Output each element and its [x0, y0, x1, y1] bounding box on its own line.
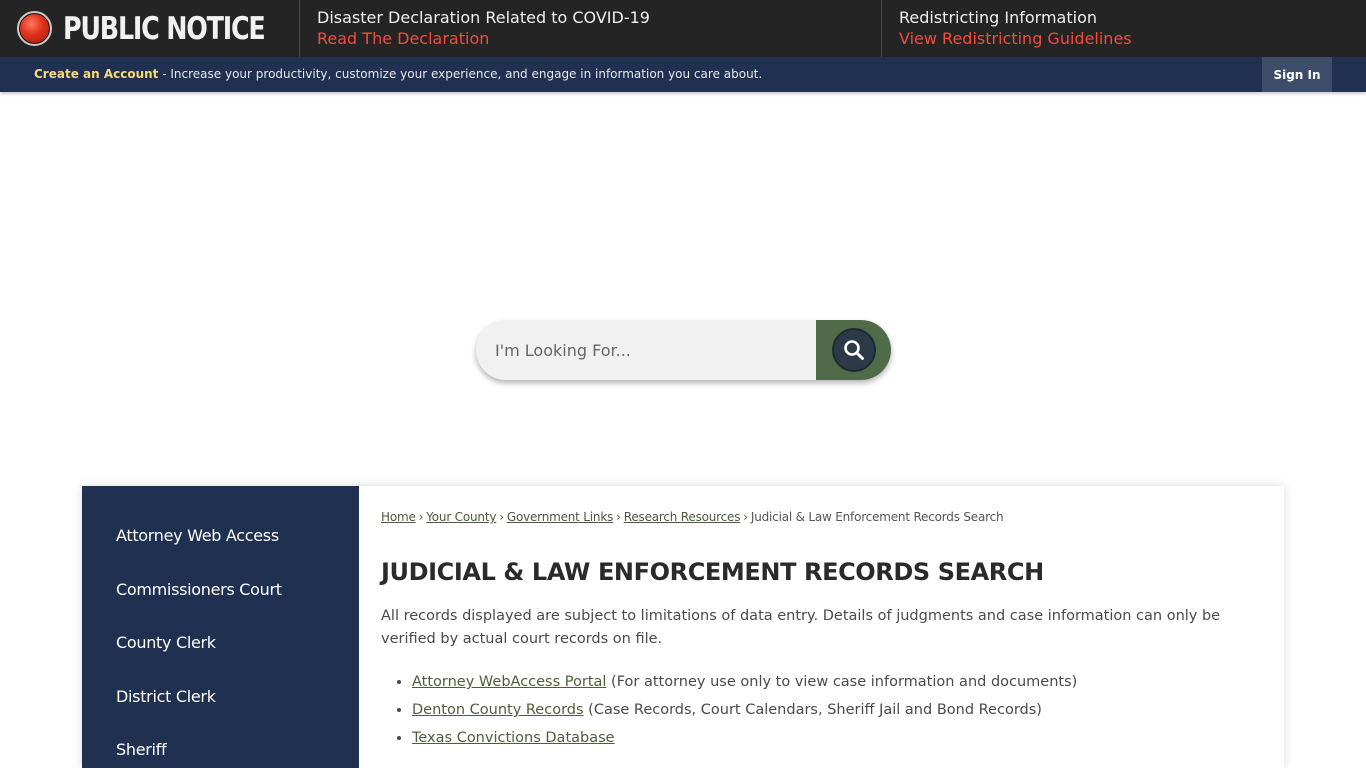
sidebar-item-attorney-web-access[interactable]: Attorney Web Access [116, 526, 279, 545]
attorney-webaccess-portal-link[interactable]: Attorney WebAccess Portal [412, 674, 606, 690]
breadcrumb-home[interactable]: Home [381, 510, 416, 524]
breadcrumb-research-resources[interactable]: Research Resources [624, 510, 741, 524]
texas-convictions-database-link[interactable]: Texas Convictions Database [412, 730, 615, 746]
create-account-link[interactable]: Create an Account [34, 67, 158, 81]
breadcrumb-separator: › [499, 510, 504, 524]
alert-light-icon [17, 11, 52, 46]
records-list: Attorney WebAccess Portal (For attorney … [412, 672, 1077, 756]
list-item: Denton County Records (Case Records, Cou… [412, 700, 1077, 728]
public-notice-bar: PUBLIC NOTICE Disaster Declaration Relat… [0, 0, 1366, 57]
breadcrumb-current: Judicial & Law Enforcement Records Searc… [750, 510, 1004, 524]
breadcrumb-separator: › [616, 510, 621, 524]
sidebar-item-commissioners-court[interactable]: Commissioners Court [116, 580, 282, 599]
search-icon [831, 328, 876, 372]
account-message: Create an Account - Increase your produc… [34, 67, 762, 81]
page-title: JUDICIAL & LAW ENFORCEMENT RECORDS SEARC… [381, 558, 1044, 586]
sidebar-item-county-clerk[interactable]: County Clerk [116, 633, 216, 652]
list-item: Attorney WebAccess Portal (For attorney … [412, 672, 1077, 700]
public-notice-title: PUBLIC NOTICE [63, 10, 266, 47]
sidebar-nav: Attorney Web Access Commissioners Court … [82, 486, 359, 768]
search-input[interactable] [476, 320, 816, 380]
record-note: (For attorney use only to view case info… [606, 674, 1078, 690]
notice-item-redistricting: Redistricting Information View Redistric… [882, 0, 1366, 57]
breadcrumb-separator: › [418, 510, 424, 524]
notice-heading: Disaster Declaration Related to COVID-19 [317, 8, 650, 27]
read-declaration-link[interactable]: Read The Declaration [317, 28, 881, 50]
search-button[interactable] [816, 320, 891, 380]
intro-text: All records displayed are subject to lim… [381, 608, 1221, 647]
account-description: - Increase your productivity, customize … [158, 67, 763, 81]
notice-heading: Redistricting Information [899, 8, 1097, 27]
breadcrumb-your-county[interactable]: Your County [426, 510, 496, 524]
breadcrumb: Home › Your County › Government Links › Resear… [381, 510, 1004, 524]
list-item: Texas Convictions Database [412, 728, 1077, 756]
breadcrumb-government-links[interactable]: Government Links [507, 510, 613, 524]
redistricting-guidelines-link[interactable]: View Redistricting Guidelines [899, 28, 1366, 50]
sign-in-button[interactable]: Sign In [1262, 57, 1332, 92]
public-notice-title-block: PUBLIC NOTICE [0, 0, 300, 57]
record-note: (Case Records, Court Calendars, Sheriff … [583, 702, 1042, 718]
breadcrumb-separator: › [743, 510, 748, 524]
sidebar-item-district-clerk[interactable]: District Clerk [116, 687, 216, 706]
account-bar: Create an Account - Increase your produc… [0, 57, 1366, 92]
notice-item-covid: Disaster Declaration Related to COVID-19… [300, 0, 882, 57]
site-search [476, 320, 891, 380]
sidebar-item-sheriff[interactable]: Sheriff [116, 740, 167, 759]
denton-county-records-link[interactable]: Denton County Records [412, 702, 584, 718]
